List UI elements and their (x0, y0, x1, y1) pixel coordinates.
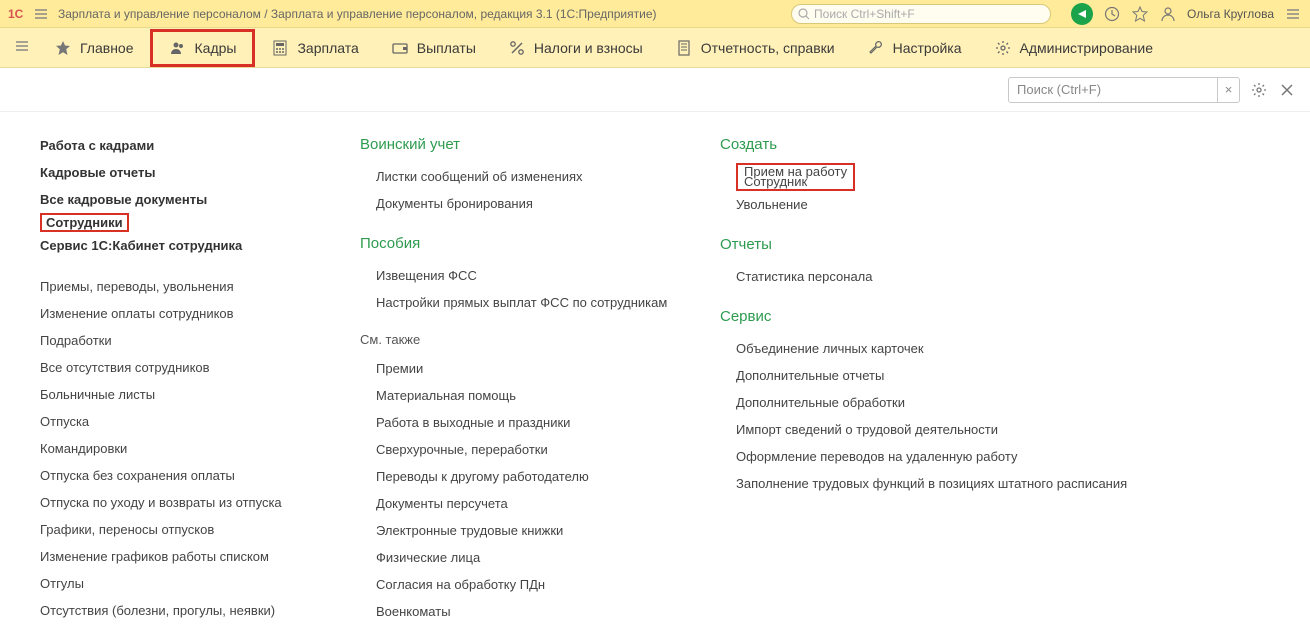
history-icon[interactable] (1103, 5, 1121, 23)
burger-icon[interactable] (32, 5, 50, 23)
column-3: Создать Прием на работу Сотрудник Увольн… (720, 132, 1160, 621)
link-rabota-vyhodnye[interactable]: Работа в выходные и праздники (376, 409, 680, 436)
link-sotrudniki[interactable]: Сотрудники (40, 213, 129, 232)
link-otguly[interactable]: Отгулы (40, 570, 320, 597)
link-listki-soobsheniy[interactable]: Листки сообщений об изменениях (376, 163, 680, 190)
gear-icon (994, 39, 1012, 57)
link-fiz-litsa[interactable]: Физические лица (376, 544, 680, 571)
link-vse-otsutstviya[interactable]: Все отсутствия сотрудников (40, 354, 320, 381)
link-etk[interactable]: Электронные трудовые книжки (376, 517, 680, 544)
global-search-placeholder: Поиск Ctrl+Shift+F (814, 7, 915, 21)
link-otpuska-bez[interactable]: Отпуска без сохранения оплаты (40, 462, 320, 489)
link-zapolnenie-funktsiy[interactable]: Заполнение трудовых функций в позициях ш… (736, 470, 1160, 497)
nav-label: Настройка (893, 40, 962, 56)
head-posobiya[interactable]: Пособия (360, 235, 680, 252)
nav-label: Отчетность, справки (701, 40, 835, 56)
link-dop-otchety[interactable]: Дополнительные отчеты (736, 362, 1160, 389)
link-dokumenty-persucheta[interactable]: Документы персучета (376, 490, 680, 517)
link-obedinenie-kartochek[interactable]: Объединение личных карточек (736, 335, 1160, 362)
link-uvolnenie[interactable]: Увольнение (736, 191, 1160, 218)
wrench-icon (867, 39, 885, 57)
link-perevody[interactable]: Переводы к другому работодателю (376, 463, 680, 490)
nav-label: Главное (80, 40, 134, 56)
link-priemy-perevody[interactable]: Приемы, переводы, увольнения (40, 273, 320, 300)
link-statistika-personala[interactable]: Статистика персонала (736, 263, 1160, 290)
main-nav: Главное Кадры Зарплата Выплаты Налоги и … (0, 28, 1310, 68)
nav-admin[interactable]: Администрирование (978, 32, 1170, 64)
link-vse-kadrovye-dokumenty[interactable]: Все кадровые документы (40, 186, 320, 213)
wallet-icon (391, 39, 409, 57)
calculator-icon (271, 39, 289, 57)
link-dokumenty-bronirovaniya[interactable]: Документы бронирования (376, 190, 680, 217)
nav-label: Выплаты (417, 40, 476, 56)
global-search-wrap: Поиск Ctrl+Shift+F (791, 4, 1051, 24)
people-icon (169, 39, 187, 57)
see-also-label: См. также (360, 332, 680, 347)
global-search[interactable]: Поиск Ctrl+Shift+F (791, 4, 1051, 24)
sub-top-bar: Поиск (Ctrl+F) × (0, 68, 1310, 112)
svg-text:1С: 1С (8, 7, 24, 21)
nav-label: Зарплата (297, 40, 358, 56)
link-otpuska[interactable]: Отпуска (40, 408, 320, 435)
link-rabota-s-kadrami[interactable]: Работа с кадрами (40, 132, 320, 159)
link-grafiki-perenosy[interactable]: Графики, переносы отпусков (40, 516, 320, 543)
link-import-svedeniy[interactable]: Импорт сведений о трудовой деятельности (736, 416, 1160, 443)
title-bar: 1С Зарплата и управление персоналом / За… (0, 0, 1310, 28)
nav-label: Кадры (195, 40, 237, 56)
link-izmenenie-oplaty[interactable]: Изменение оплаты сотрудников (40, 300, 320, 327)
head-voinsky-uchet[interactable]: Воинский учет (360, 136, 680, 153)
settings-icon[interactable] (1250, 81, 1268, 99)
search-icon (798, 8, 810, 20)
head-sozdat[interactable]: Создать (720, 136, 1160, 153)
link-soglasiya-pdn[interactable]: Согласия на обработку ПДн (376, 571, 680, 598)
nav-otchetnost[interactable]: Отчетность, справки (659, 32, 851, 64)
link-oformlenie-perevodov[interactable]: Оформление переводов на удаленную работу (736, 443, 1160, 470)
head-otchety[interactable]: Отчеты (720, 236, 1160, 253)
content-area: Работа с кадрами Кадровые отчеты Все кад… (0, 112, 1310, 631)
link-voenkomaty[interactable]: Военкоматы (376, 598, 680, 625)
panel-search-placeholder: Поиск (Ctrl+F) (1017, 82, 1101, 97)
star-icon (54, 39, 72, 57)
nav-burger-icon[interactable] (6, 32, 38, 63)
link-servis-kabinet[interactable]: Сервис 1С:Кабинет сотрудника (40, 232, 320, 259)
panel-search-clear[interactable]: × (1218, 77, 1240, 103)
close-icon[interactable] (1278, 81, 1296, 99)
nav-main[interactable]: Главное (38, 32, 150, 64)
column-2: Воинский учет Листки сообщений об измене… (360, 132, 680, 621)
nav-vyplaty[interactable]: Выплаты (375, 32, 492, 64)
percent-icon (508, 39, 526, 57)
link-izmenenie-grafikov[interactable]: Изменение графиков работы списком (40, 543, 320, 570)
link-mat-pomosch[interactable]: Материальная помощь (376, 382, 680, 409)
column-1: Работа с кадрами Кадровые отчеты Все кад… (40, 132, 320, 621)
window-title: Зарплата и управление персоналом / Зарпл… (58, 7, 657, 21)
head-servis[interactable]: Сервис (720, 308, 1160, 325)
link-premii[interactable]: Премии (376, 355, 680, 382)
link-komandirovki[interactable]: Командировки (40, 435, 320, 462)
nav-kadry[interactable]: Кадры (150, 29, 256, 67)
logo-1c: 1С (8, 7, 24, 21)
link-nastroyki-pryamyh[interactable]: Настройки прямых выплат ФСС по сотрудник… (376, 289, 680, 316)
panel-search[interactable]: Поиск (Ctrl+F) (1008, 77, 1218, 103)
nav-nastroyka[interactable]: Настройка (851, 32, 978, 64)
link-sverhurochnye[interactable]: Сверхурочные, переработки (376, 436, 680, 463)
top-icons: Ольга Круглова (1071, 3, 1302, 25)
nav-nalogi[interactable]: Налоги и взносы (492, 32, 659, 64)
link-dop-obrabotki[interactable]: Дополнительные обработки (736, 389, 1160, 416)
nav-zarplata[interactable]: Зарплата (255, 32, 374, 64)
nav-label: Администрирование (1020, 40, 1154, 56)
link-podrabotki[interactable]: Подработки (40, 327, 320, 354)
link-bolnichnye[interactable]: Больничные листы (40, 381, 320, 408)
nav-label: Налоги и взносы (534, 40, 643, 56)
link-otpuska-po-uhodu[interactable]: Отпуска по уходу и возвраты из отпуска (40, 489, 320, 516)
user-icon[interactable] (1159, 5, 1177, 23)
menu-icon[interactable] (1284, 5, 1302, 23)
document-icon (675, 39, 693, 57)
link-kadrovye-otchety[interactable]: Кадровые отчеты (40, 159, 320, 186)
create-highlighted-box: Прием на работу Сотрудник (736, 163, 855, 191)
notify-icon[interactable] (1071, 3, 1093, 25)
link-izvesheniya-fss[interactable]: Извещения ФСС (376, 262, 680, 289)
user-name[interactable]: Ольга Круглова (1187, 7, 1274, 21)
star-icon[interactable] (1131, 5, 1149, 23)
link-otsutstviya-bolezni[interactable]: Отсутствия (болезни, прогулы, неявки) (40, 597, 320, 624)
